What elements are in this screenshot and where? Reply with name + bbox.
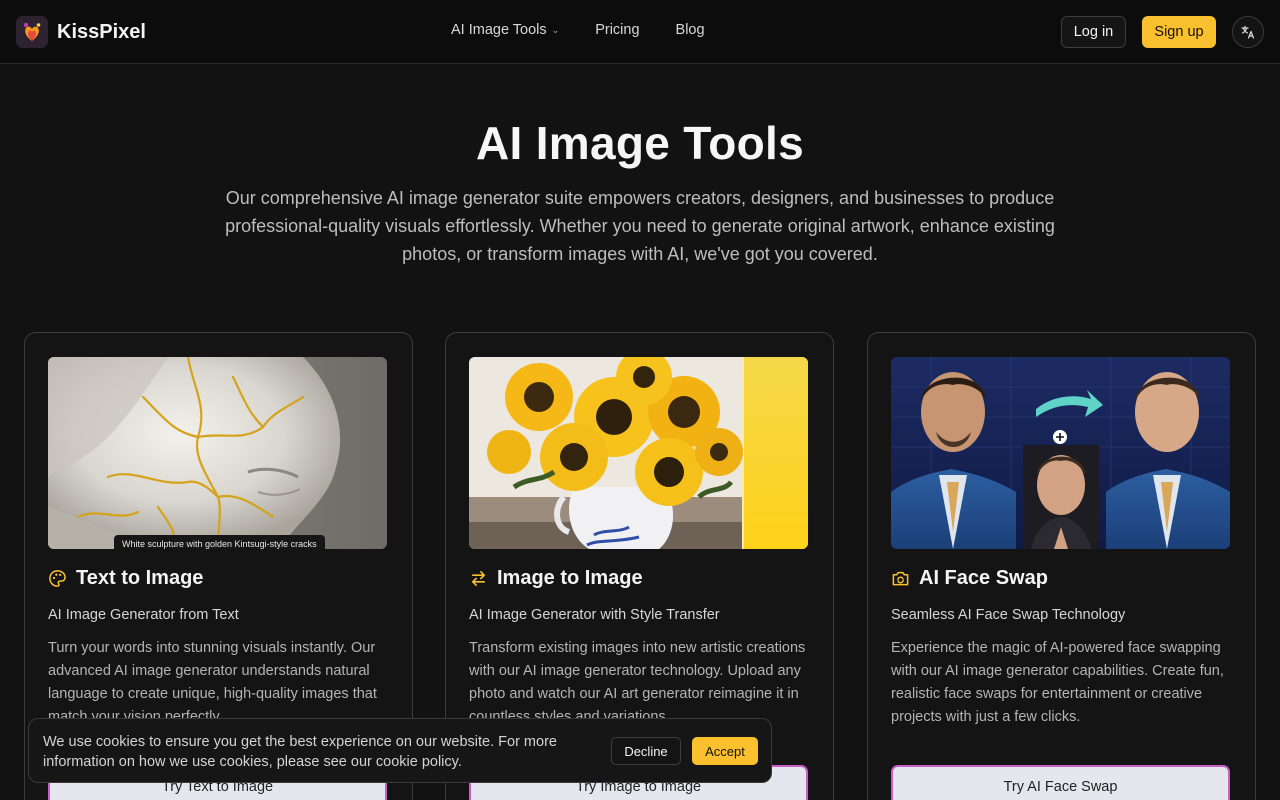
accept-cookies-button[interactable]: Accept — [692, 737, 758, 765]
page-description: Our comprehensive AI image generator sui… — [225, 188, 1055, 264]
brand-name: KissPixel — [57, 20, 146, 43]
kisspixel-logo-icon — [16, 16, 48, 48]
nav-blog[interactable]: Blog — [676, 22, 705, 38]
card-subtitle: Seamless AI Face Swap Technology — [891, 607, 1126, 623]
camera-swap-icon — [892, 571, 909, 586]
card-title: Text to Image — [48, 567, 203, 590]
page-title: AI Image Tools — [476, 117, 804, 169]
palette-icon — [49, 570, 66, 587]
brand-logo-link[interactable]: KissPixel — [16, 16, 146, 48]
language-switch-button[interactable] — [1232, 16, 1264, 48]
card-title-text: Image to Image — [497, 567, 643, 589]
cookie-message: We use cookies to ensure you get the bes… — [43, 734, 557, 770]
card-description: Turn your words into stunning visuals in… — [48, 640, 377, 725]
signup-button[interactable]: Sign up — [1142, 16, 1216, 48]
nav-pricing[interactable]: Pricing — [595, 22, 639, 38]
card-title: AI Face Swap — [891, 567, 1048, 590]
card-title-text: AI Face Swap — [919, 567, 1048, 589]
card-subtitle: AI Image Generator with Style Transfer — [469, 607, 720, 623]
try-ai-face-swap-button[interactable]: Try AI Face Swap — [891, 765, 1230, 800]
card-subtitle: AI Image Generator from Text — [48, 607, 239, 623]
nav-item-label: AI Image Tools — [451, 22, 547, 38]
card-image — [469, 357, 808, 549]
decline-cookies-button[interactable]: Decline — [611, 737, 681, 765]
card-description: Transform existing images into new artis… — [469, 640, 806, 725]
nav-item-label: Pricing — [595, 22, 640, 38]
main-nav: AI Image Tools ⌄ Pricing Blog — [451, 22, 705, 38]
chevron-down-icon: ⌄ — [551, 24, 560, 35]
face-swap-demo-image — [891, 357, 1230, 549]
image-caption: White sculpture with golden Kintsugi-sty… — [114, 535, 325, 549]
kintsugi-sculpture-image — [48, 357, 387, 549]
arrows-exchange-icon — [471, 571, 486, 586]
login-button[interactable]: Log in — [1061, 16, 1126, 48]
cookie-consent-banner: We use cookies to ensure you get the bes… — [28, 718, 772, 783]
tool-card-ai-face-swap: AI Face Swap Seamless AI Face Swap Techn… — [867, 332, 1256, 800]
card-image: White sculpture with golden Kintsugi-sty… — [48, 357, 387, 549]
card-image — [891, 357, 1230, 549]
nav-item-label: Blog — [675, 22, 705, 38]
card-title: Image to Image — [469, 567, 643, 590]
card-title-text: Text to Image — [76, 567, 204, 589]
sunflowers-image — [469, 357, 808, 549]
nav-ai-image-tools[interactable]: AI Image Tools ⌄ — [451, 22, 559, 38]
card-description: Experience the magic of AI-powered face … — [891, 640, 1224, 725]
top-navigation-bar: KissPixel AI Image Tools ⌄ Pricing Blog … — [0, 0, 1280, 64]
translate-icon — [1241, 25, 1255, 39]
